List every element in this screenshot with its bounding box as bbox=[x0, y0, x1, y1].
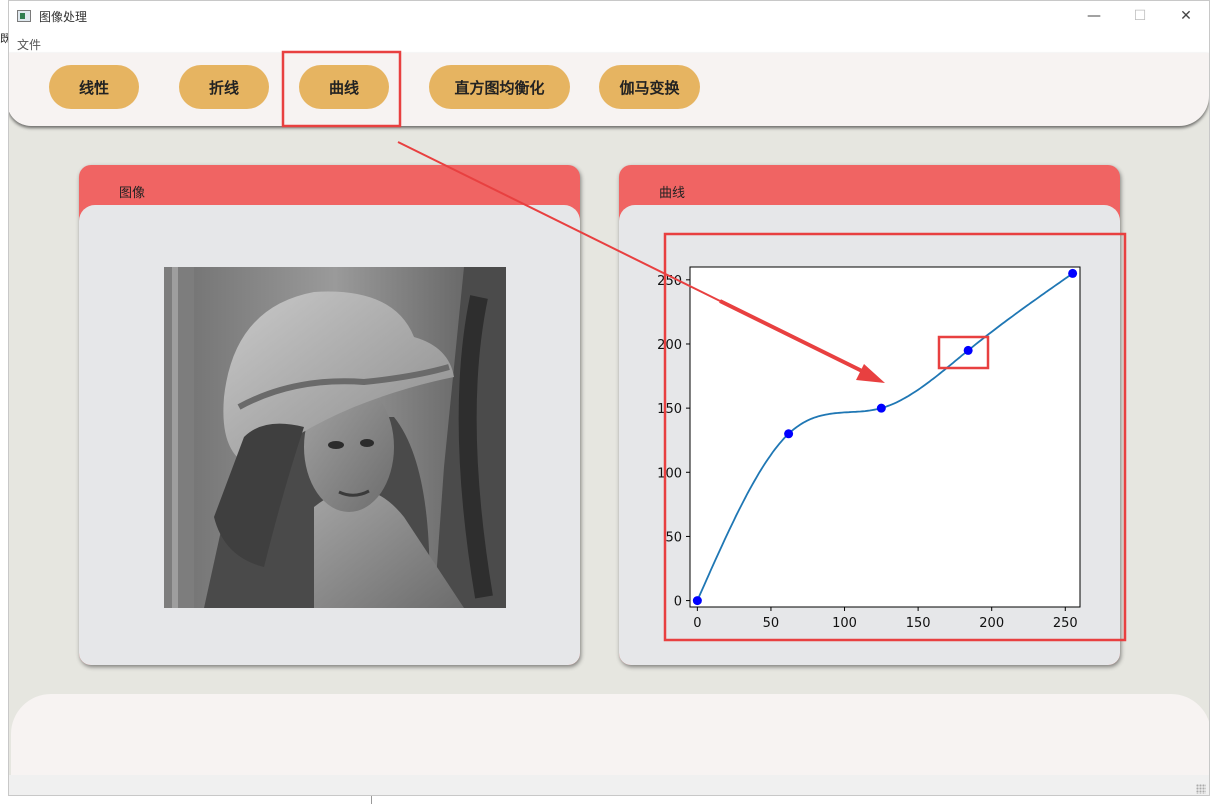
app-icon bbox=[17, 10, 31, 22]
curve-button[interactable]: 曲线 bbox=[299, 65, 389, 109]
close-button[interactable]: ✕ bbox=[1163, 1, 1209, 33]
histogram-equalization-button[interactable]: 直方图均衡化 bbox=[429, 65, 570, 109]
bottom-panel bbox=[11, 694, 1209, 776]
app-window: 图像处理 — ☐ ✕ 文件 线性 折线 曲线 直方图均衡化 伽马变换 图像 曲线 bbox=[8, 0, 1210, 796]
linear-button[interactable]: 线性 bbox=[49, 65, 139, 109]
minimize-button[interactable]: — bbox=[1071, 1, 1117, 33]
status-bar bbox=[9, 775, 1209, 795]
curve-panel: 曲线 bbox=[619, 165, 1120, 665]
image-panel: 图像 bbox=[79, 165, 580, 665]
image-panel-title: 图像 bbox=[119, 186, 146, 201]
grayscale-portrait-image bbox=[164, 267, 506, 608]
image-panel-body bbox=[79, 205, 580, 665]
menu-bar: 文件 bbox=[9, 33, 1209, 53]
toolbar: 线性 折线 曲线 直方图均衡化 伽马变换 bbox=[9, 53, 1209, 126]
curve-panel-title: 曲线 bbox=[659, 186, 686, 201]
resize-grip-icon[interactable] bbox=[1196, 784, 1206, 794]
window-title: 图像处理 bbox=[39, 10, 88, 24]
maximize-button[interactable]: ☐ bbox=[1117, 1, 1163, 33]
background-divider bbox=[371, 796, 372, 804]
background-window-edge: 既 bbox=[0, 0, 11, 804]
polyline-button[interactable]: 折线 bbox=[179, 65, 269, 109]
portrait-drawing bbox=[164, 267, 506, 608]
curve-panel-body bbox=[619, 205, 1120, 665]
menu-file[interactable]: 文件 bbox=[17, 36, 41, 53]
gamma-transform-button[interactable]: 伽马变换 bbox=[599, 65, 700, 109]
title-bar: 图像处理 — ☐ ✕ bbox=[9, 1, 1209, 33]
